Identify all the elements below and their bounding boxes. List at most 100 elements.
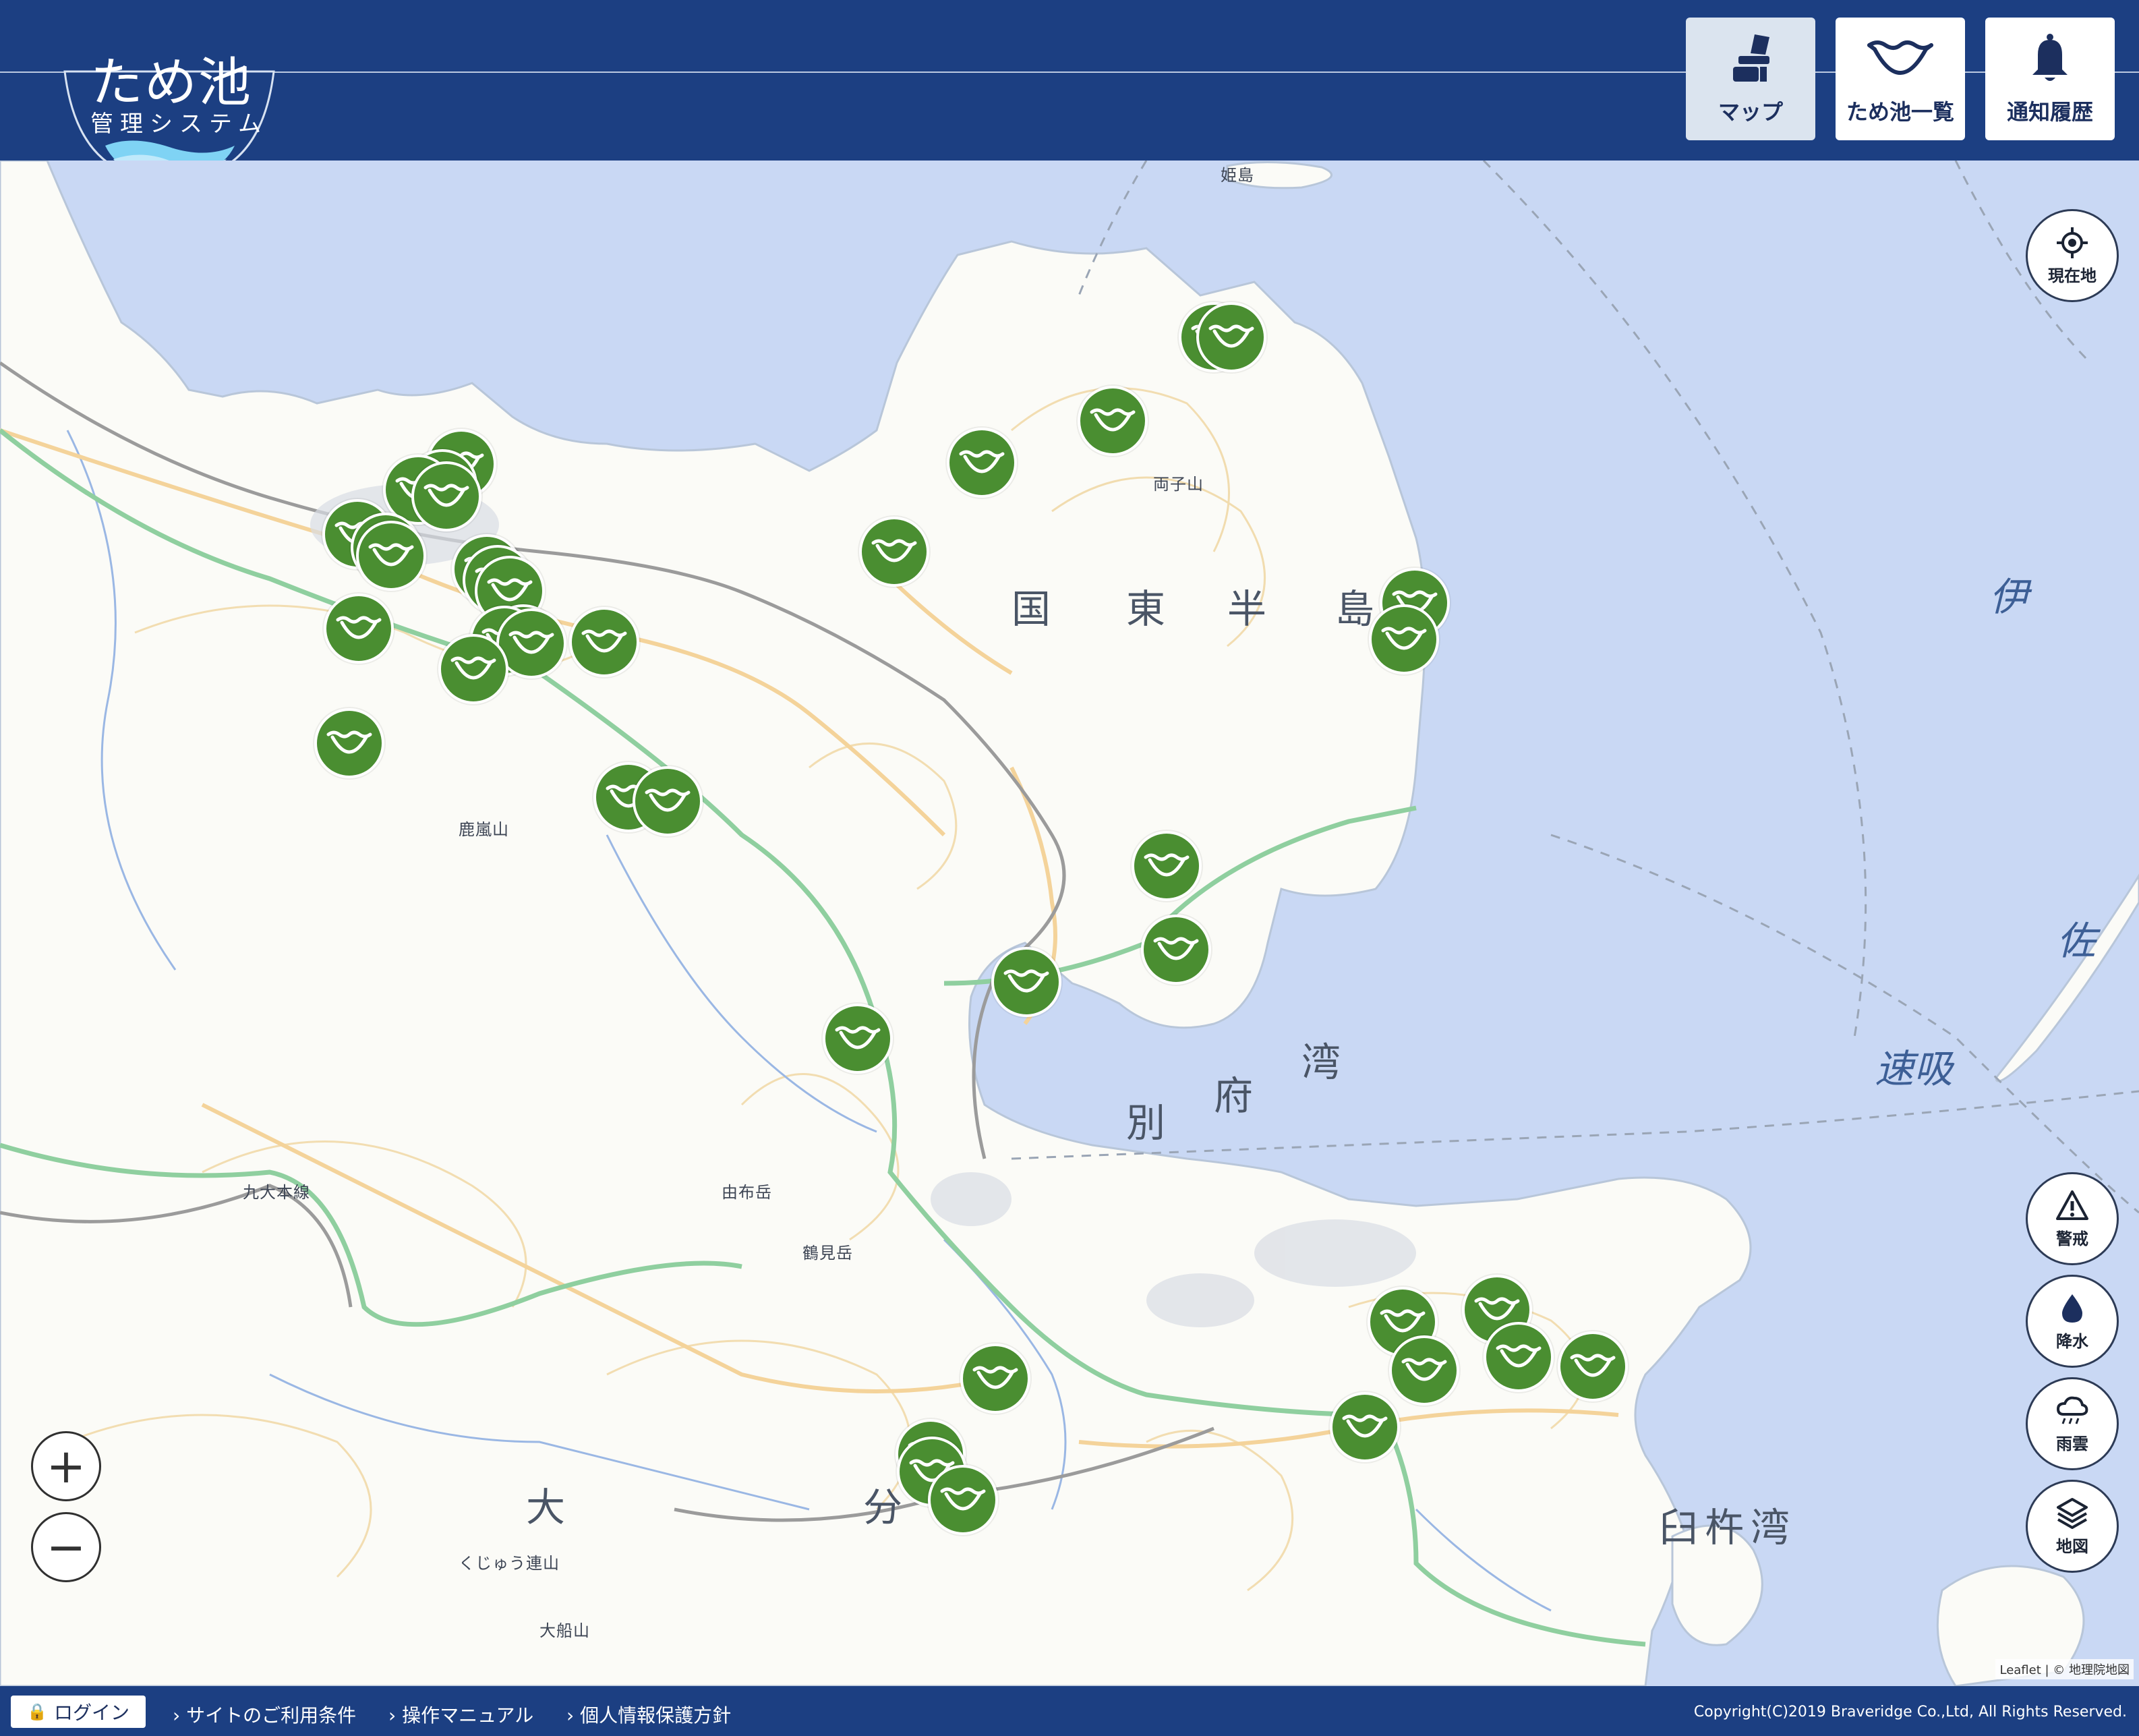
pond-icon (581, 629, 627, 653)
pond-icon (450, 656, 496, 680)
sea-iyo: 伊 (1989, 574, 2029, 620)
chevron-right-icon: › (173, 1704, 181, 1727)
pond-icon (1496, 1344, 1542, 1368)
lock-icon: 🔒 (27, 1702, 47, 1721)
pond-marker[interactable] (314, 708, 384, 778)
place-kuju: くじゅう連山 (459, 1554, 560, 1573)
pond-marker[interactable] (1369, 604, 1439, 674)
pond-marker[interactable] (947, 428, 1017, 498)
place-beppu-1: 別 (1126, 1100, 1173, 1146)
precipitation-label: 降水 (2056, 1331, 2088, 1351)
place-kasayama: 鹿嵐山 (459, 820, 509, 839)
footer-link-privacy[interactable]: › 個人情報保護方針 (566, 1701, 731, 1728)
pond-marker[interactable] (324, 594, 394, 664)
pond-icon (326, 730, 372, 754)
pond-marker[interactable] (991, 947, 1061, 1017)
warning-icon (2056, 1190, 2088, 1220)
place-futagoyama: 両子山 (1153, 475, 1204, 494)
pond-icon (508, 631, 554, 654)
land-west (0, 161, 1752, 1686)
login-label: ログイン (53, 1702, 129, 1724)
current-location-label: 現在地 (2048, 266, 2097, 285)
rain-cloud-label: 雨雲 (2056, 1434, 2088, 1453)
precipitation-button[interactable]: 降水 (2026, 1275, 2119, 1368)
layers-icon (2057, 1497, 2088, 1529)
pond-marker[interactable] (1484, 1322, 1554, 1392)
place-yufudake: 由布岳 (722, 1183, 772, 1202)
pond-marker[interactable] (1330, 1392, 1400, 1462)
place-beppu-2: 府 (1214, 1073, 1260, 1119)
pond-icon (959, 450, 1005, 473)
pond-marker[interactable] (823, 1004, 893, 1074)
pond-marker[interactable] (1389, 1335, 1459, 1406)
rain-cloud-button[interactable]: 雨雲 (2026, 1377, 2119, 1470)
map-base-layer (0, 161, 2139, 1686)
pond-icon (423, 484, 469, 507)
nav-notifications-label: 通知履歴 (2006, 99, 2093, 125)
pond-icon (645, 788, 691, 812)
pond-marker[interactable] (569, 607, 639, 677)
copyright: Copyright(C)2019 Braveridge Co.,Ltd, All… (1693, 1704, 2127, 1720)
app-root: ため池 管理システム マップ ため池一覧 通知履歴 国 東 半 島 大 分 別 … (0, 0, 2139, 1736)
zoom-in-button[interactable]: + (31, 1431, 101, 1501)
pond-marker[interactable] (1078, 386, 1148, 456)
pond-marker[interactable] (1196, 302, 1266, 372)
footer: 🔒 ログイン › サイトのご利用条件 › 操作マニュアル › 個人情報保護方針 … (0, 1686, 2139, 1736)
nav-map-button[interactable]: マップ (1686, 18, 1815, 140)
pond-icon (368, 543, 414, 567)
place-beppu-3: 湾 (1301, 1039, 1348, 1085)
pond-marker[interactable] (960, 1343, 1030, 1414)
pond-icon (1342, 1414, 1388, 1438)
footer-link-manual[interactable]: › 操作マニュアル (388, 1701, 533, 1728)
pond-marker[interactable] (438, 634, 508, 704)
pond-marker[interactable] (356, 521, 426, 591)
logo-subtitle: 管理システム (90, 111, 268, 138)
pond-icon (940, 1487, 986, 1511)
pond-icon (1003, 969, 1049, 993)
chevron-right-icon: › (566, 1704, 575, 1727)
place-kunisaki-2: 東 (1126, 586, 1173, 632)
location-icon (2057, 227, 2088, 258)
pond-marker[interactable] (411, 461, 481, 531)
sea-hayasui: 速吸 (1875, 1046, 1954, 1092)
raindrop-icon (2062, 1294, 2082, 1323)
header: ため池 管理システム マップ ため池一覧 通知履歴 (0, 0, 2139, 181)
zoom-out-button[interactable]: − (31, 1512, 101, 1582)
map-view[interactable]: 国 東 半 島 大 分 別 府 湾 臼杵湾 九大本線 鶴見岳 由布岳 くじゅう連… (0, 161, 2139, 1686)
map-layers-button[interactable]: 地図 (2026, 1480, 2119, 1573)
pond-marker[interactable] (928, 1465, 998, 1535)
footer-link-manual-label: 操作マニュアル (402, 1704, 534, 1727)
pond-icon (1381, 627, 1427, 650)
nav-pond-list-label: ため池一覧 (1846, 99, 1954, 125)
pond-marker[interactable] (1132, 831, 1202, 901)
place-oofunayama: 大船山 (539, 1621, 590, 1640)
island-sadamisaki (1995, 873, 2139, 1082)
current-location-button[interactable]: 現在地 (2026, 209, 2119, 302)
footer-link-privacy-label: 個人情報保護方針 (580, 1704, 732, 1727)
pond-marker[interactable] (1141, 915, 1211, 985)
login-button[interactable]: 🔒 ログイン (11, 1696, 146, 1728)
pond-icon (1380, 1309, 1426, 1333)
pond-icon (1401, 1358, 1447, 1381)
place-oita-1: 大 (526, 1484, 573, 1530)
place-kunisaki-3: 半 (1227, 586, 1274, 632)
map-attribution[interactable]: Leaflet | © 地理院地図 (1995, 1659, 2134, 1679)
place-kunisaki-1: 国 (1012, 586, 1058, 632)
sea-sa: 佐 (2057, 918, 2097, 964)
place-kyudai-line: 九大本線 (243, 1183, 310, 1202)
pond-marker[interactable] (633, 766, 703, 836)
nav-map-label: マップ (1718, 99, 1783, 125)
cloud-rain-icon (2056, 1396, 2088, 1424)
pond-marker[interactable] (1558, 1331, 1628, 1401)
warning-button[interactable]: 警戒 (2026, 1172, 2119, 1265)
logo[interactable]: ため池 管理システム (58, 27, 281, 182)
main-nav: マップ ため池一覧 通知履歴 (1686, 18, 2115, 140)
pond-icon (1090, 408, 1136, 432)
pond-marker[interactable] (859, 517, 929, 587)
place-usuki-bay: 臼杵湾 (1659, 1505, 1797, 1551)
nav-notifications-button[interactable]: 通知履歴 (1985, 18, 2115, 140)
pond-icon (1867, 40, 1933, 75)
nav-pond-list-button[interactable]: ため池一覧 (1836, 18, 1965, 140)
footer-link-terms[interactable]: › サイトのご利用条件 (173, 1701, 356, 1728)
pond-icon (336, 616, 382, 639)
